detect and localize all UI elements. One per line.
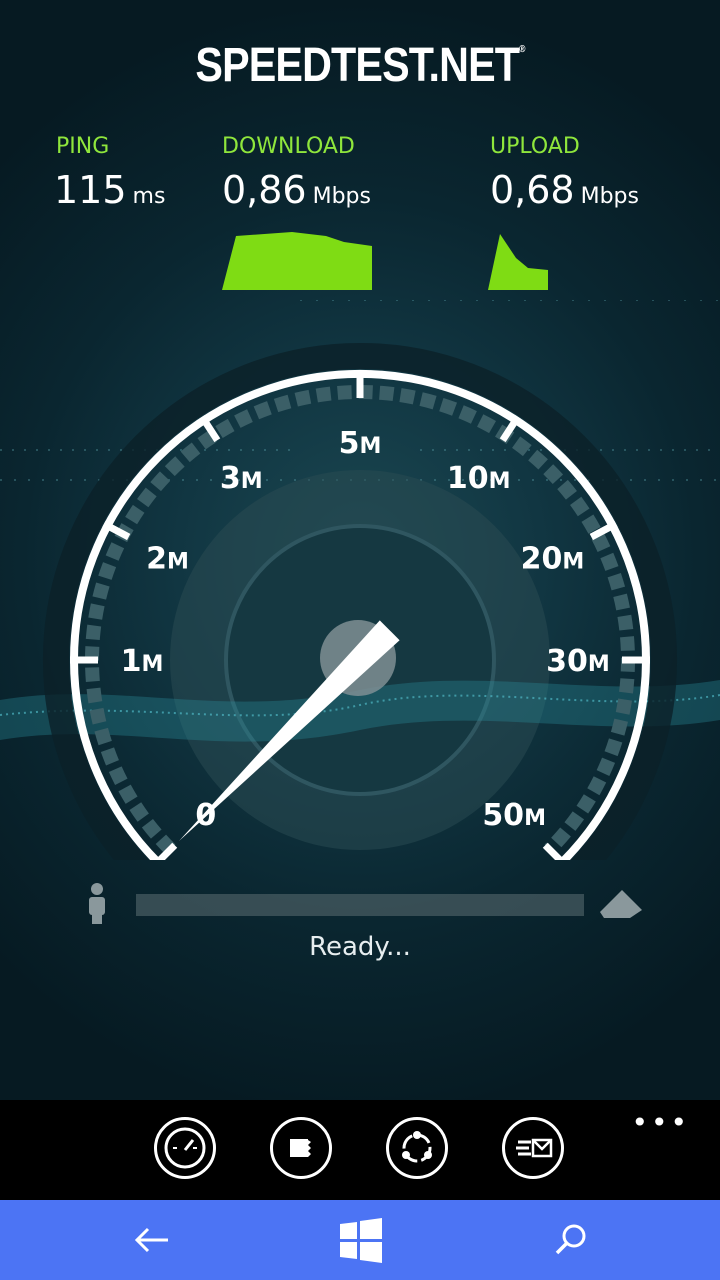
download-label: DOWNLOAD bbox=[222, 134, 355, 159]
search-icon[interactable] bbox=[546, 1215, 596, 1265]
speedtest-screen: SPEEDTEST.NET® PING 115 ms DOWNLOAD 0,86 M… bbox=[0, 0, 720, 1100]
download-value: 0,86 Mbps bbox=[222, 168, 371, 212]
speed-gauge: 01M2M3M5M10M20M30M50M bbox=[0, 300, 720, 860]
speedometer-button[interactable] bbox=[154, 1117, 216, 1179]
gauge-label: 1M bbox=[121, 644, 164, 679]
server-icon bbox=[600, 890, 642, 918]
gauge-label: 5M bbox=[339, 426, 382, 461]
download-sparkline bbox=[222, 232, 372, 290]
ping-label: PING bbox=[56, 134, 110, 159]
share-icon bbox=[402, 1131, 432, 1163]
gauge-label: 2M bbox=[146, 542, 189, 577]
speedometer-icon bbox=[164, 1127, 206, 1169]
back-arrow-icon[interactable] bbox=[128, 1215, 178, 1265]
upload-value: 0,68 Mbps bbox=[490, 168, 639, 212]
feedback-button[interactable] bbox=[502, 1117, 564, 1179]
upload-sparkline bbox=[488, 234, 548, 290]
progress-bar bbox=[136, 894, 584, 916]
gauge-label: 50M bbox=[482, 798, 546, 833]
windows-icon[interactable] bbox=[336, 1215, 386, 1265]
share-button[interactable] bbox=[386, 1117, 448, 1179]
progress-row bbox=[0, 882, 720, 932]
person-icon bbox=[89, 883, 105, 924]
ping-value: 115 ms bbox=[54, 168, 166, 212]
flag-icon bbox=[290, 1139, 311, 1157]
gauge-label: 30M bbox=[546, 644, 610, 679]
gauge-label: 10M bbox=[447, 461, 511, 496]
speedtest-logo: SPEEDTEST.NET® bbox=[195, 39, 525, 92]
app-bar: ••• bbox=[0, 1100, 720, 1200]
upload-label: UPLOAD bbox=[490, 134, 580, 159]
gauge-tick bbox=[542, 842, 565, 860]
status-text: Ready... bbox=[309, 932, 411, 962]
gauge-label: 3M bbox=[220, 461, 263, 496]
flag-button[interactable] bbox=[270, 1117, 332, 1179]
more-options-button[interactable]: ••• bbox=[631, 1106, 690, 1139]
gauge-label: 20M bbox=[521, 542, 585, 577]
navigation-bar bbox=[0, 1200, 720, 1280]
feedback-icon bbox=[516, 1138, 553, 1158]
